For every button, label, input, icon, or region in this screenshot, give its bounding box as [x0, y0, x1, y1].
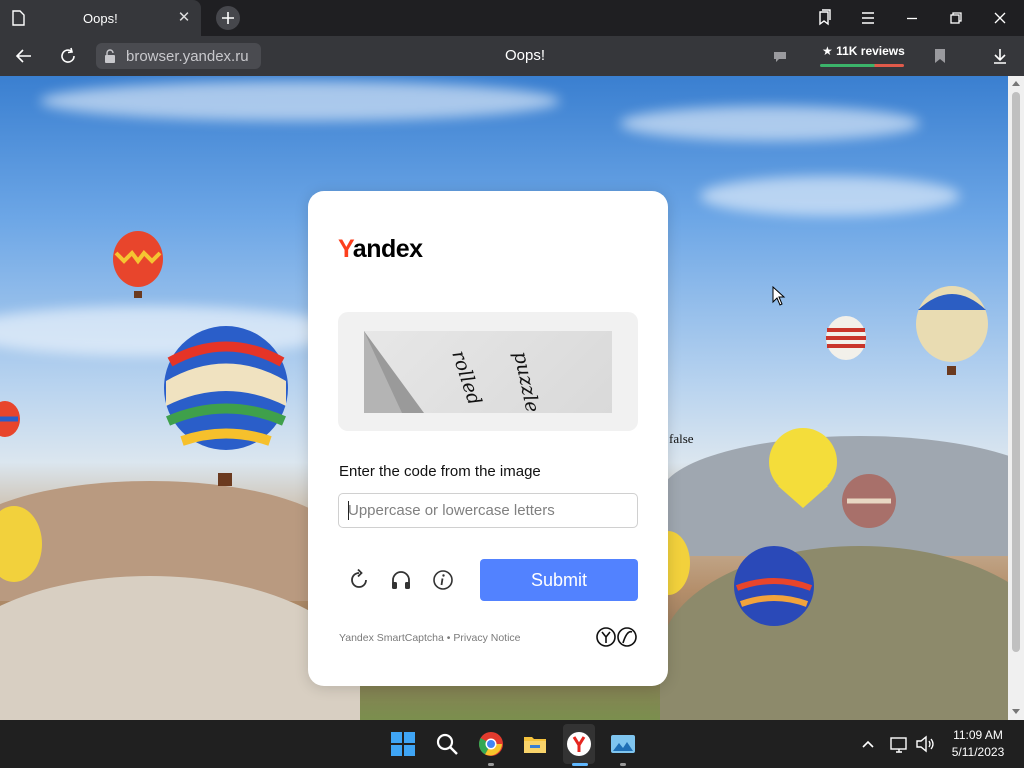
cloud	[620, 106, 920, 141]
reviews-text: ★ 11K reviews	[822, 44, 905, 58]
captcha-distorted-text: rolled puzzle	[447, 348, 543, 413]
captcha-footer: Yandex SmartCaptcha • Privacy Notice	[339, 632, 521, 644]
hot-air-balloon-icon	[769, 428, 837, 508]
yandex-browser-icon[interactable]	[566, 731, 592, 757]
chrome-icon[interactable]	[478, 731, 504, 757]
hot-air-balloon-icon	[826, 316, 866, 360]
footer-separator: •	[443, 632, 454, 644]
yandex-logo-y: Y	[338, 235, 353, 263]
scroll-down-arrow-icon[interactable]	[1012, 709, 1020, 714]
app-active-indicator	[572, 763, 588, 766]
address-bar: browser.yandex.ru Oops! ★ 11K reviews	[0, 36, 1024, 76]
search-icon[interactable]	[434, 731, 460, 757]
browser-titlebar: Oops! ✕	[0, 0, 1024, 36]
windows-taskbar: 11:09 AM 5/11/2023	[0, 720, 1024, 768]
minimize-icon[interactable]	[900, 6, 924, 30]
captcha-word-2: puzzle	[509, 349, 543, 413]
captcha-card: Yandex rolled puzzle Enter the code from…	[308, 191, 668, 686]
privacy-notice-link[interactable]: Privacy Notice	[453, 632, 520, 644]
reviews-rating-bar	[820, 64, 904, 67]
menu-icon[interactable]	[856, 6, 880, 30]
hot-air-balloon-icon	[0, 401, 20, 437]
url-text: browser.yandex.ru	[126, 48, 249, 65]
document-icon	[12, 10, 25, 26]
url-field[interactable]: browser.yandex.ru	[96, 43, 261, 69]
hot-air-balloon-icon	[668, 531, 690, 595]
chevron-up-icon[interactable]	[858, 731, 878, 757]
hot-air-balloon-icon	[164, 326, 288, 486]
close-window-icon[interactable]	[988, 6, 1012, 30]
captcha-word-1: rolled	[447, 348, 485, 408]
vertical-scrollbar[interactable]	[1008, 76, 1024, 720]
submit-button[interactable]: Submit	[480, 559, 638, 601]
hot-air-balloon-icon	[113, 231, 163, 298]
hot-air-balloon-icon	[0, 506, 42, 582]
tab-title: Oops!	[83, 11, 118, 26]
cloud	[40, 81, 560, 121]
page-title: Oops!	[504, 47, 546, 64]
captcha-code-input[interactable]	[338, 493, 638, 528]
download-icon[interactable]	[988, 44, 1012, 68]
stray-text: false	[669, 431, 694, 446]
yandex-logo-rest: andex	[352, 235, 423, 263]
hot-air-balloon-icon	[842, 474, 896, 528]
audio-captcha-headphones-icon[interactable]	[388, 567, 414, 593]
smartcaptcha-logo-icon	[596, 627, 637, 647]
yandex-logo: Yandex	[338, 235, 423, 264]
captcha-prompt: Enter the code from the image	[339, 463, 541, 480]
valley	[660, 546, 1008, 720]
network-icon[interactable]	[888, 731, 910, 757]
info-icon[interactable]	[430, 567, 456, 593]
close-icon[interactable]: ✕	[175, 9, 193, 27]
clock-time[interactable]: 11:09 AM	[942, 728, 1014, 742]
smartcaptcha-link[interactable]: Yandex SmartCaptcha	[339, 632, 444, 644]
photo-app-icon[interactable]	[610, 731, 636, 757]
file-explorer-icon[interactable]	[522, 731, 548, 757]
captcha-image-container: rolled puzzle	[338, 312, 638, 431]
volume-icon[interactable]	[914, 731, 936, 757]
cloud	[700, 176, 960, 216]
app-running-indicator	[488, 763, 494, 766]
hot-air-balloon-icon	[734, 546, 814, 626]
reload-icon[interactable]	[56, 44, 80, 68]
scroll-up-arrow-icon[interactable]	[1012, 81, 1020, 86]
new-tab-button[interactable]	[216, 6, 240, 30]
plus-icon	[222, 12, 234, 24]
text-caret	[348, 501, 349, 520]
mouse-cursor-icon	[772, 286, 786, 306]
collections-icon[interactable]	[812, 6, 836, 30]
clock-date[interactable]: 5/11/2023	[942, 745, 1014, 759]
app-running-indicator	[620, 763, 626, 766]
scrollbar-thumb[interactable]	[1012, 92, 1020, 652]
lock-icon	[105, 49, 115, 63]
restore-icon[interactable]	[944, 6, 968, 30]
refresh-captcha-icon[interactable]	[346, 567, 372, 593]
hot-air-balloon-icon	[916, 286, 988, 375]
comment-icon[interactable]	[768, 44, 792, 68]
captcha-image: rolled puzzle	[364, 331, 612, 413]
tab-oops[interactable]: Oops! ✕	[0, 0, 201, 36]
bookmark-icon[interactable]	[928, 44, 952, 68]
windows-start-icon[interactable]	[390, 731, 416, 757]
back-arrow-icon[interactable]	[12, 44, 36, 68]
reviews-badge[interactable]: ★ 11K reviews	[816, 41, 908, 67]
